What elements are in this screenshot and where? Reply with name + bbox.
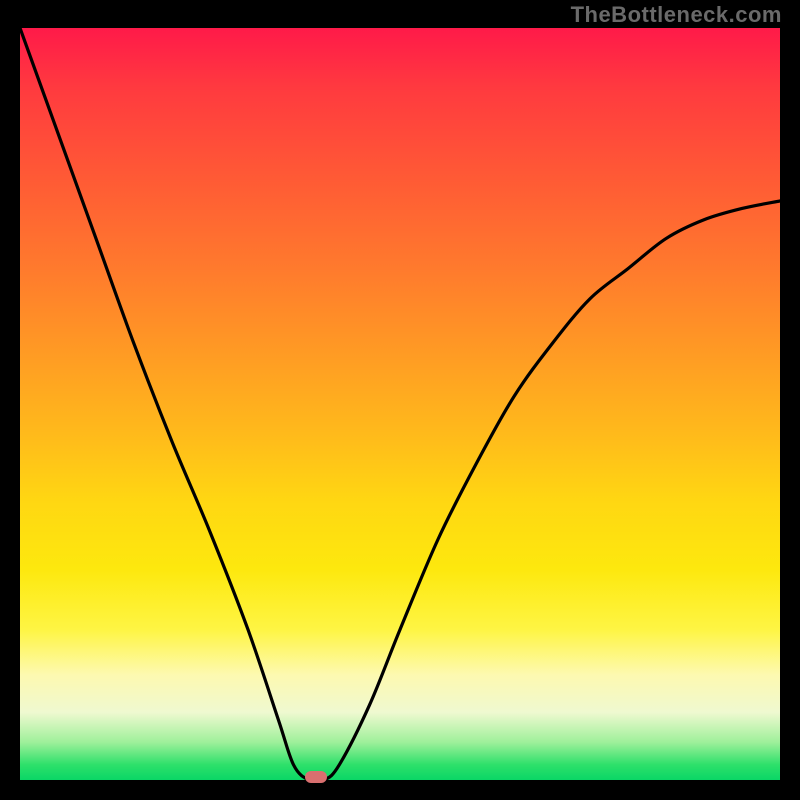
plot-area: [20, 28, 780, 780]
chart-frame: TheBottleneck.com: [0, 0, 800, 800]
optimum-marker: [305, 771, 327, 783]
bottleneck-curve: [20, 28, 780, 780]
watermark-text: TheBottleneck.com: [571, 2, 782, 28]
